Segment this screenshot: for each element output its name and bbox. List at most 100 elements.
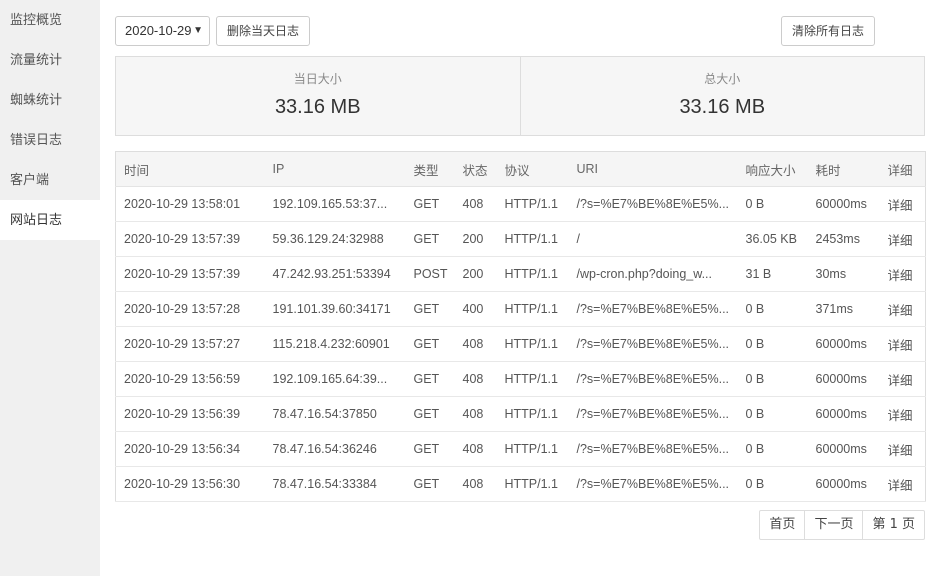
cell-status: 200 bbox=[454, 256, 497, 292]
date-select-value: 2020-10-29 bbox=[125, 23, 192, 38]
sidebar-item-monitor-overview[interactable]: 监控概览 bbox=[0, 0, 100, 40]
table-row: 2020-10-29 13:57:28 191.101.39.60:34171 GE… bbox=[115, 291, 926, 327]
toolbar: 2020-10-29 ▼ 删除当天日志 清除所有日志 bbox=[115, 16, 925, 46]
delete-today-log-button[interactable]: 删除当天日志 bbox=[216, 16, 311, 46]
column-header-type: 类型 bbox=[405, 151, 455, 187]
table-row: 2020-10-29 13:56:59 192.109.165.64:39... G… bbox=[115, 361, 926, 397]
column-header-protocol: 协议 bbox=[496, 151, 569, 187]
cell-time: 2020-10-29 13:56:34 bbox=[115, 431, 265, 467]
column-header-duration: 耗时 bbox=[807, 151, 880, 187]
cell-duration: 60000ms bbox=[807, 431, 880, 467]
next-page-button[interactable]: 下一页 bbox=[804, 511, 862, 539]
column-header-time: 时间 bbox=[115, 151, 265, 187]
cell-type: POST bbox=[405, 256, 455, 292]
cell-time: 2020-10-29 13:58:01 bbox=[115, 186, 265, 222]
cell-time: 2020-10-29 13:56:39 bbox=[115, 396, 265, 432]
table-body: 2020-10-29 13:58:01 192.109.165.53:37... G… bbox=[115, 186, 926, 502]
first-page-button[interactable]: 首页 bbox=[760, 511, 804, 539]
cell-type: GET bbox=[405, 291, 455, 327]
main-panel: 2020-10-29 ▼ 删除当天日志 清除所有日志 当日大小 33.16 MB… bbox=[100, 0, 940, 576]
cell-status: 408 bbox=[454, 466, 497, 502]
sidebar-item-traffic-stats[interactable]: 流量统计 bbox=[0, 40, 100, 80]
cell-response-size: 0 B bbox=[737, 431, 808, 467]
detail-link[interactable]: 详细 bbox=[879, 431, 926, 467]
cell-status: 400 bbox=[454, 291, 497, 327]
cell-status: 200 bbox=[454, 221, 497, 257]
cell-status: 408 bbox=[454, 326, 497, 362]
site-log-table: 时间 IP 类型 状态 协议 URI 响应大小 耗时 详细 2020-10-29… bbox=[115, 151, 926, 502]
table-header-row: 时间 IP 类型 状态 协议 URI 响应大小 耗时 详细 bbox=[115, 151, 926, 187]
table-row: 2020-10-29 13:57:39 59.36.129.24:32988 GET… bbox=[115, 221, 926, 257]
cell-ip: 191.101.39.60:34171 bbox=[264, 291, 406, 327]
cell-duration: 60000ms bbox=[807, 396, 880, 432]
detail-link[interactable]: 详细 bbox=[879, 186, 926, 222]
cell-time: 2020-10-29 13:57:39 bbox=[115, 256, 265, 292]
detail-link[interactable]: 详细 bbox=[879, 466, 926, 502]
cell-duration: 60000ms bbox=[807, 326, 880, 362]
cell-type: GET bbox=[405, 221, 455, 257]
cell-ip: 115.218.4.232:60901 bbox=[264, 326, 406, 362]
total-size-label: 总大小 bbox=[704, 72, 741, 86]
today-size-stat: 当日大小 33.16 MB bbox=[116, 57, 520, 135]
cell-protocol: HTTP/1.1 bbox=[496, 326, 569, 362]
sidebar-item-error-log[interactable]: 错误日志 bbox=[0, 120, 100, 160]
cell-duration: 371ms bbox=[807, 291, 880, 327]
cell-protocol: HTTP/1.1 bbox=[496, 466, 569, 502]
detail-link[interactable]: 详细 bbox=[879, 256, 926, 292]
cell-ip: 59.36.129.24:32988 bbox=[264, 221, 406, 257]
cell-response-size: 0 B bbox=[737, 396, 808, 432]
detail-link[interactable]: 详细 bbox=[879, 326, 926, 362]
cell-type: GET bbox=[405, 466, 455, 502]
cell-time: 2020-10-29 13:57:27 bbox=[115, 326, 265, 362]
cell-ip: 192.109.165.53:37... bbox=[264, 186, 406, 222]
column-header-uri: URI bbox=[568, 151, 738, 187]
table-row: 2020-10-29 13:57:27 115.218.4.232:60901 GE… bbox=[115, 326, 926, 362]
cell-uri: /?s=%E7%BE%8E%E5%... bbox=[568, 466, 738, 502]
table-row: 2020-10-29 13:56:39 78.47.16.54:37850 GET 4… bbox=[115, 396, 926, 432]
cell-uri: /?s=%E7%BE%8E%E5%... bbox=[568, 326, 738, 362]
cell-ip: 47.242.93.251:53394 bbox=[264, 256, 406, 292]
cell-protocol: HTTP/1.1 bbox=[496, 431, 569, 467]
cell-protocol: HTTP/1.1 bbox=[496, 221, 569, 257]
cell-status: 408 bbox=[454, 186, 497, 222]
cell-duration: 60000ms bbox=[807, 186, 880, 222]
detail-link[interactable]: 详细 bbox=[879, 221, 926, 257]
table-row: 2020-10-29 13:56:30 78.47.16.54:33384 GET 4… bbox=[115, 466, 926, 502]
detail-link[interactable]: 详细 bbox=[879, 361, 926, 397]
today-size-label: 当日大小 bbox=[293, 72, 342, 86]
sidebar: 监控概览 流量统计 蜘蛛统计 错误日志 客户端 网站日志 bbox=[0, 0, 100, 576]
log-size-summary: 当日大小 33.16 MB 总大小 33.16 MB bbox=[115, 56, 925, 136]
column-header-ip: IP bbox=[264, 151, 406, 187]
cell-type: GET bbox=[405, 396, 455, 432]
cell-duration: 30ms bbox=[807, 256, 880, 292]
detail-link[interactable]: 详细 bbox=[879, 396, 926, 432]
cell-uri: /wp-cron.php?doing_w... bbox=[568, 256, 738, 292]
cell-protocol: HTTP/1.1 bbox=[496, 186, 569, 222]
today-size-value: 33.16 MB bbox=[274, 96, 361, 118]
sidebar-item-client[interactable]: 客户端 bbox=[0, 160, 100, 200]
cell-response-size: 0 B bbox=[737, 291, 808, 327]
cell-ip: 78.47.16.54:37850 bbox=[264, 396, 406, 432]
cell-time: 2020-10-29 13:56:30 bbox=[115, 466, 265, 502]
cell-response-size: 0 B bbox=[737, 326, 808, 362]
total-size-stat: 总大小 33.16 MB bbox=[519, 57, 925, 135]
cell-time: 2020-10-29 13:57:28 bbox=[115, 291, 265, 327]
cell-type: GET bbox=[405, 326, 455, 362]
total-size-value: 33.16 MB bbox=[679, 96, 766, 118]
cell-ip: 78.47.16.54:36246 bbox=[264, 431, 406, 467]
cell-protocol: HTTP/1.1 bbox=[496, 291, 569, 327]
chevron-down-icon: ▼ bbox=[193, 25, 203, 36]
clear-all-logs-button[interactable]: 清除所有日志 bbox=[780, 16, 875, 46]
table-row: 2020-10-29 13:56:34 78.47.16.54:36246 GET 4… bbox=[115, 431, 926, 467]
cell-duration: 60000ms bbox=[807, 361, 880, 397]
cell-ip: 192.109.165.64:39... bbox=[264, 361, 406, 397]
cell-type: GET bbox=[405, 186, 455, 222]
cell-protocol: HTTP/1.1 bbox=[496, 396, 569, 432]
sidebar-item-spider-stats[interactable]: 蜘蛛统计 bbox=[0, 80, 100, 120]
cell-protocol: HTTP/1.1 bbox=[496, 256, 569, 292]
cell-uri: /?s=%E7%BE%8E%E5%... bbox=[568, 361, 738, 397]
detail-link[interactable]: 详细 bbox=[879, 291, 926, 327]
column-header-status: 状态 bbox=[454, 151, 497, 187]
sidebar-item-site-log[interactable]: 网站日志 bbox=[0, 200, 100, 240]
date-select[interactable]: 2020-10-29 ▼ bbox=[115, 16, 210, 46]
